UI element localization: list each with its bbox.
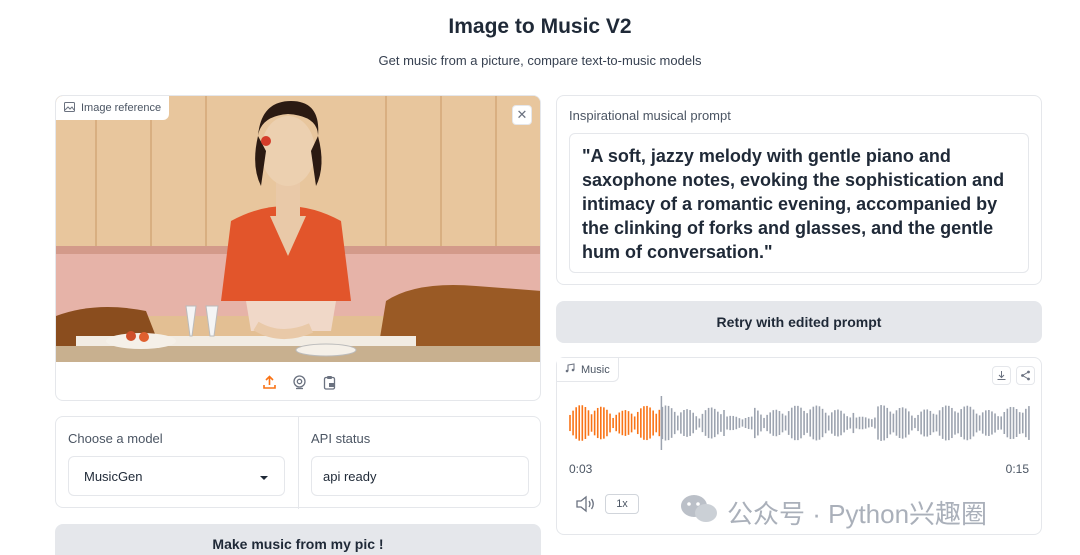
api-column: API status api ready [299, 417, 542, 509]
api-status-field[interactable]: api ready [311, 456, 529, 496]
painting-image [56, 96, 540, 362]
webcam-icon[interactable] [291, 374, 307, 390]
image-label-text: Image reference [81, 102, 162, 114]
api-label: API status [311, 431, 371, 446]
model-settings: Choose a model MusicGen API status api r… [55, 416, 542, 509]
playback-speed-button[interactable]: 1x [605, 494, 639, 514]
image-icon [64, 101, 75, 115]
prompt-label: Inspirational musical prompt [569, 108, 731, 123]
clipboard-icon[interactable] [321, 374, 337, 390]
share-icon[interactable] [1016, 366, 1035, 385]
duration-time: 0:15 [1005, 462, 1029, 476]
prompt-panel: Inspirational musical prompt "A soft, ja… [556, 95, 1042, 285]
image-reference-label: Image reference [56, 96, 170, 120]
music-label: Music [557, 358, 619, 382]
current-time: 0:03 [569, 462, 593, 476]
model-column: Choose a model MusicGen [56, 417, 298, 509]
download-icon[interactable] [992, 366, 1011, 385]
image-input[interactable]: Image reference ✕ [55, 95, 541, 401]
model-dropdown[interactable]: MusicGen [68, 456, 285, 496]
image-preview [56, 96, 540, 362]
make-music-button[interactable]: Make music from my pic ! [55, 524, 541, 555]
image-toolbar [56, 362, 540, 400]
model-label: Choose a model [68, 431, 163, 446]
music-note-icon [565, 363, 575, 376]
page-title: Image to Music V2 [448, 15, 632, 38]
wechat-icon [679, 492, 719, 533]
prompt-textarea[interactable]: "A soft, jazzy melody with gentle piano … [569, 133, 1029, 273]
volume-icon[interactable] [575, 495, 597, 513]
chevron-down-icon [259, 469, 269, 484]
watermark: 公众号 · Python兴趣圈 [679, 494, 987, 530]
model-selected: MusicGen [84, 468, 143, 484]
music-label-text: Music [581, 363, 610, 376]
close-icon[interactable]: ✕ [512, 105, 532, 125]
watermark-text: 公众号 · Python兴趣圈 [727, 498, 988, 529]
retry-button[interactable]: Retry with edited prompt [556, 301, 1042, 343]
audio-waveform[interactable] [569, 396, 1031, 450]
page-subtitle: Get music from a picture, compare text-t… [378, 53, 702, 68]
upload-icon[interactable] [261, 374, 277, 390]
